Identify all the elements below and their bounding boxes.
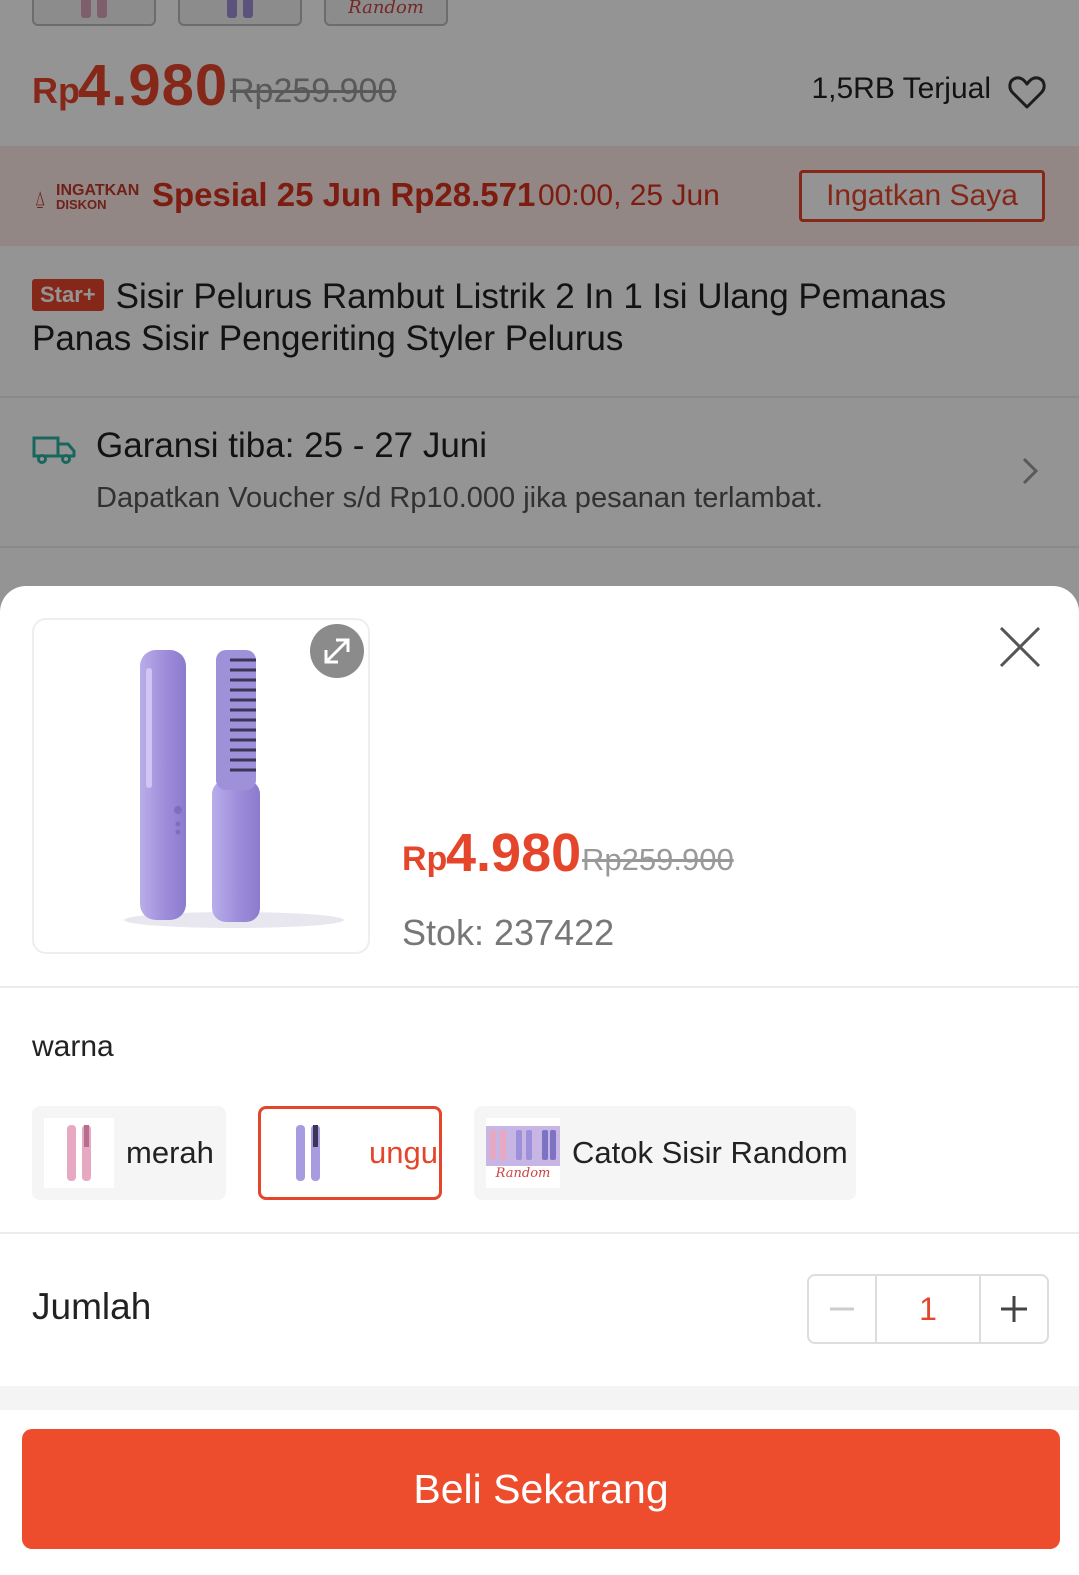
option-ungu-thumb (273, 1118, 343, 1188)
option-merah[interactable]: merah (32, 1106, 226, 1200)
footer-separator (0, 1386, 1079, 1410)
option-catok-sisir-random[interactable]: Random Catok Sisir Random (474, 1106, 856, 1200)
divider (0, 1232, 1079, 1234)
plus-icon (1001, 1296, 1027, 1322)
quantity-label: Jumlah (32, 1286, 152, 1327)
close-icon[interactable] (997, 624, 1043, 670)
variant-bottom-sheet: Rp 4.980 Rp259.900 Stok: 237422 warna me… (0, 586, 1079, 1575)
buy-now-button[interactable]: Beli Sekarang (22, 1429, 1060, 1549)
stock-count: Stok: 237422 (402, 912, 615, 953)
option-label: merah (126, 1135, 214, 1170)
quantity-stepper: 1 (807, 1274, 1049, 1344)
option-label: ungu (369, 1135, 438, 1170)
option-random-thumb-caption: Random (495, 1165, 551, 1181)
option-merah-thumb (44, 1118, 114, 1188)
sheet-price-currency: Rp (402, 840, 448, 878)
sheet-price-amount: 4.980 (446, 823, 582, 883)
option-label: Catok Sisir Random (572, 1135, 848, 1170)
option-random-thumb: Random (486, 1118, 560, 1188)
quantity-value[interactable]: 1 (875, 1276, 981, 1342)
decrease-quantity-button[interactable] (809, 1276, 875, 1342)
sheet-price: Rp 4.980 Rp259.900 (402, 822, 802, 883)
expand-icon[interactable] (310, 624, 364, 678)
variation-label: warna (32, 1030, 114, 1063)
divider (0, 986, 1079, 988)
increase-quantity-button[interactable] (981, 1276, 1047, 1342)
option-ungu[interactable]: ungu (258, 1106, 442, 1200)
sheet-original-price: Rp259.900 (582, 842, 734, 877)
minus-icon (830, 1307, 854, 1311)
